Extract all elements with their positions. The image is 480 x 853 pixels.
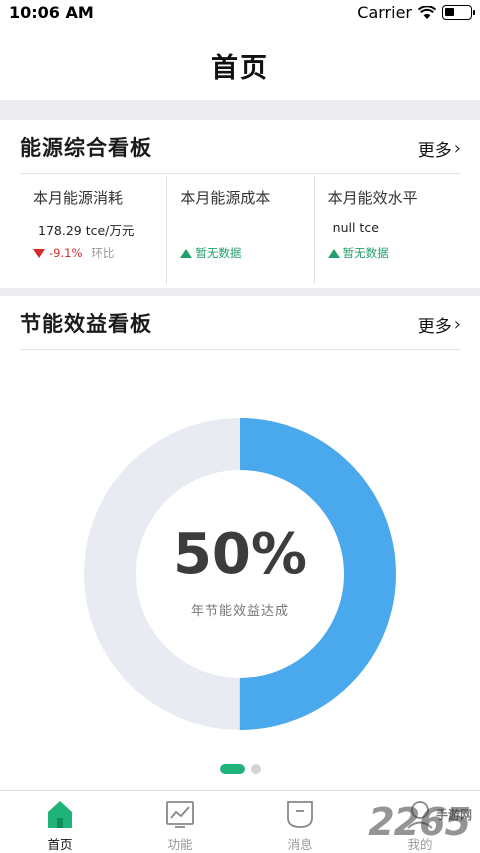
page-dot[interactable] [250,764,261,774]
more-label: 更多 [417,317,452,337]
more-label: 更多 [417,141,452,161]
page-title: 首页 [211,53,269,84]
kpi-trend: -9.1% 环比 [33,245,114,261]
watermark-sub: 手游网 [435,808,472,822]
status-bar: 10:06 AM Carrier [0,0,480,26]
page-dot-active[interactable] [219,764,245,774]
status-indicators: Carrier [357,3,475,22]
kpi-trend-value: 暂无数据 [195,246,242,260]
energy-board-more-button[interactable]: 更多 › [418,136,461,161]
kpi-label: 本月能效水平 [327,189,418,207]
kpi-trend-label: 环比 [91,246,115,260]
kpi-energy-efficiency[interactable]: 本月能效水平 null tce 暂无数据 [315,176,461,284]
trend-up-icon [180,248,193,258]
kpi-energy-cost[interactable]: 本月能源成本 暂无数据 [167,176,315,284]
saving-board-title: 节能效益看板 [20,312,152,336]
kpi-value: 178.29 tce/万元 [38,223,135,238]
chevron-right-icon: › [453,138,461,159]
message-icon [287,801,313,828]
saving-donut-chart[interactable]: 50% 年节能效益达成 [84,418,396,730]
tab-label: 功能 [167,837,193,852]
tab-label: 消息 [287,837,313,852]
saving-board-header: 节能效益看板 更多 › [20,300,461,350]
kpi-trend: 暂无数据 [327,245,389,261]
kpi-energy-consumption[interactable]: 本月能源消耗 178.29 tce/万元 -9.1% 环比 [20,176,168,284]
kpi-label: 本月能源成本 [180,189,271,207]
wifi-icon [418,5,436,19]
home-icon [48,801,72,828]
trend-up-icon [327,248,340,258]
tab-functions[interactable]: 功能 [120,791,240,853]
kpi-label: 本月能源消耗 [33,189,124,207]
energy-board-title: 能源综合看板 [20,136,152,160]
kpi-trend: 暂无数据 [180,245,241,261]
kpi-trend-value: 暂无数据 [342,246,389,260]
tab-label: 首页 [47,837,73,852]
chevron-right-icon: › [453,314,461,335]
section-divider [0,288,480,296]
kpi-value: null tce [332,220,379,235]
section-divider [0,100,480,120]
saving-board-more-button[interactable]: 更多 › [418,312,461,337]
status-time: 10:06 AM [9,3,94,22]
tab-home[interactable]: 首页 [0,791,120,853]
status-carrier: Carrier [357,3,412,22]
kpi-trend-value: -9.1% [49,246,83,260]
trend-down-icon [33,248,45,258]
chart-icon [166,801,194,828]
battery-icon [442,5,475,20]
donut-percent: 50% [172,522,308,587]
page-indicator [0,764,480,774]
energy-kpi-row: 本月能源消耗 178.29 tce/万元 -9.1% 环比 本月能源成本 暂无数… [20,176,461,284]
donut-label: 年节能效益达成 [190,604,289,619]
energy-board-header: 能源综合看板 更多 › [20,124,461,174]
tab-messages[interactable]: 消息 [240,791,360,853]
